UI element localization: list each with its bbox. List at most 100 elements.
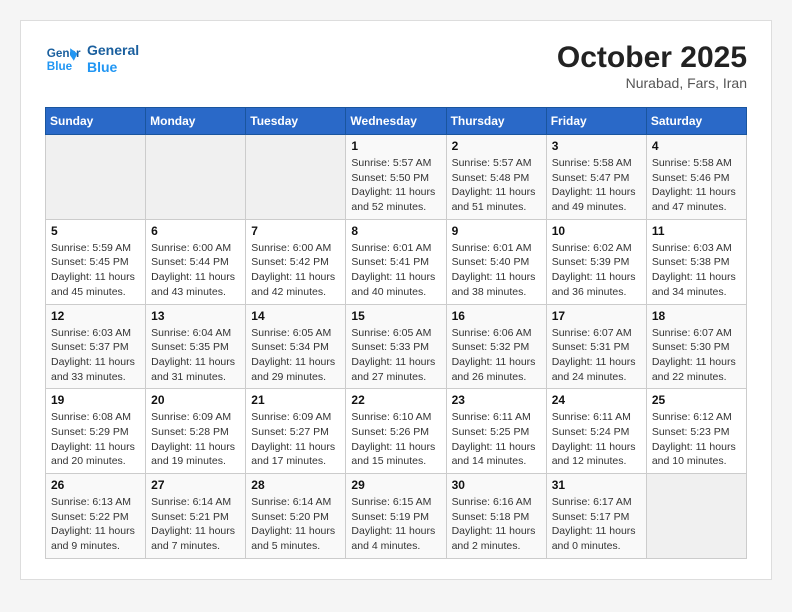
table-row: 9 Sunrise: 6:01 AM Sunset: 5:40 PM Daylig… <box>446 219 546 304</box>
location-subtitle: Nurabad, Fars, Iran <box>557 75 747 91</box>
table-row: 28 Sunrise: 6:14 AM Sunset: 5:20 PM Dayli… <box>246 474 346 559</box>
logo-general: General <box>87 42 139 59</box>
day-number: 26 <box>51 478 140 492</box>
table-row: 12 Sunrise: 6:03 AM Sunset: 5:37 PM Dayli… <box>46 304 146 389</box>
day-info: Sunrise: 5:57 AM Sunset: 5:50 PM Dayligh… <box>351 156 440 215</box>
day-number: 4 <box>652 139 741 153</box>
table-row: 21Sunrise: 6:09 AM Sunset: 5:27 PM Dayli… <box>246 389 346 474</box>
logo-icon: General Blue <box>45 41 81 77</box>
table-row: 26 Sunrise: 6:13 AM Sunset: 5:22 PM Dayli… <box>46 474 146 559</box>
day-number: 14 <box>251 309 340 323</box>
day-info: Sunrise: 5:58 AM Sunset: 5:46 PM Dayligh… <box>652 156 741 215</box>
day-info: Sunrise: 6:04 AM Sunset: 5:35 PM Dayligh… <box>151 326 240 385</box>
day-number: 20 <box>151 393 240 407</box>
day-info: Sunrise: 6:00 AM Sunset: 5:44 PM Dayligh… <box>151 241 240 300</box>
day-info: Sunrise: 6:08 AM Sunset: 5:29 PM Dayligh… <box>51 410 140 469</box>
day-number: 7 <box>251 224 340 238</box>
header-sunday: Sunday <box>46 108 146 135</box>
table-row: 18Sunrise: 6:07 AM Sunset: 5:30 PM Dayli… <box>646 304 746 389</box>
day-number: 11 <box>652 224 741 238</box>
logo-blue: Blue <box>87 59 139 76</box>
day-info: Sunrise: 6:01 AM Sunset: 5:40 PM Dayligh… <box>452 241 541 300</box>
day-info: Sunrise: 6:01 AM Sunset: 5:41 PM Dayligh… <box>351 241 440 300</box>
day-info: Sunrise: 6:03 AM Sunset: 5:37 PM Dayligh… <box>51 326 140 385</box>
table-row: 4 Sunrise: 5:58 AM Sunset: 5:46 PM Daylig… <box>646 135 746 220</box>
table-row: 6 Sunrise: 6:00 AM Sunset: 5:44 PM Daylig… <box>146 219 246 304</box>
day-info: Sunrise: 6:17 AM Sunset: 5:17 PM Dayligh… <box>552 495 641 554</box>
day-number: 2 <box>452 139 541 153</box>
day-number: 29 <box>351 478 440 492</box>
day-info: Sunrise: 6:05 AM Sunset: 5:33 PM Dayligh… <box>351 326 440 385</box>
header: General Blue General Blue October 2025 N… <box>45 41 747 91</box>
day-info: Sunrise: 6:03 AM Sunset: 5:38 PM Dayligh… <box>652 241 741 300</box>
table-row: 1 Sunrise: 5:57 AM Sunset: 5:50 PM Daylig… <box>346 135 446 220</box>
table-row: 31 Sunrise: 6:17 AM Sunset: 5:17 PM Dayli… <box>546 474 646 559</box>
day-info: Sunrise: 6:05 AM Sunset: 5:34 PM Dayligh… <box>251 326 340 385</box>
table-row: 22 Sunrise: 6:10 AM Sunset: 5:26 PM Dayli… <box>346 389 446 474</box>
table-row: 23Sunrise: 6:11 AM Sunset: 5:25 PM Dayli… <box>446 389 546 474</box>
day-info: Sunrise: 6:13 AM Sunset: 5:22 PM Dayligh… <box>51 495 140 554</box>
header-thursday: Thursday <box>446 108 546 135</box>
table-row: 20 Sunrise: 6:09 AM Sunset: 5:28 PM Dayli… <box>146 389 246 474</box>
day-number: 12 <box>51 309 140 323</box>
day-number: 23 <box>452 393 541 407</box>
table-row: 17Sunrise: 6:07 AM Sunset: 5:31 PM Dayli… <box>546 304 646 389</box>
day-number: 25 <box>652 393 741 407</box>
day-number: 22 <box>351 393 440 407</box>
day-number: 3 <box>552 139 641 153</box>
day-number: 19 <box>51 393 140 407</box>
day-info: Sunrise: 6:14 AM Sunset: 5:20 PM Dayligh… <box>251 495 340 554</box>
calendar-table: Sunday Monday Tuesday Wednesday Thursday… <box>45 107 747 559</box>
table-row: 19 Sunrise: 6:08 AM Sunset: 5:29 PM Dayli… <box>46 389 146 474</box>
calendar-container: General Blue General Blue October 2025 N… <box>20 20 772 580</box>
table-row: 30Sunrise: 6:16 AM Sunset: 5:18 PM Dayli… <box>446 474 546 559</box>
header-monday: Monday <box>146 108 246 135</box>
day-info: Sunrise: 5:57 AM Sunset: 5:48 PM Dayligh… <box>452 156 541 215</box>
day-info: Sunrise: 6:02 AM Sunset: 5:39 PM Dayligh… <box>552 241 641 300</box>
table-row: 10Sunrise: 6:02 AM Sunset: 5:39 PM Dayli… <box>546 219 646 304</box>
day-number: 27 <box>151 478 240 492</box>
svg-text:Blue: Blue <box>47 60 73 73</box>
logo: General Blue General Blue <box>45 41 139 77</box>
day-number: 28 <box>251 478 340 492</box>
day-number: 1 <box>351 139 440 153</box>
calendar-week-1: 1 Sunrise: 5:57 AM Sunset: 5:50 PM Daylig… <box>46 135 747 220</box>
day-info: Sunrise: 6:11 AM Sunset: 5:24 PM Dayligh… <box>552 410 641 469</box>
day-info: Sunrise: 6:06 AM Sunset: 5:32 PM Dayligh… <box>452 326 541 385</box>
table-row: 27 Sunrise: 6:14 AM Sunset: 5:21 PM Dayli… <box>146 474 246 559</box>
day-number: 5 <box>51 224 140 238</box>
table-row: 24Sunrise: 6:11 AM Sunset: 5:24 PM Dayli… <box>546 389 646 474</box>
table-row: 15Sunrise: 6:05 AM Sunset: 5:33 PM Dayli… <box>346 304 446 389</box>
header-wednesday: Wednesday <box>346 108 446 135</box>
day-number: 31 <box>552 478 641 492</box>
day-info: Sunrise: 6:14 AM Sunset: 5:21 PM Dayligh… <box>151 495 240 554</box>
day-info: Sunrise: 6:16 AM Sunset: 5:18 PM Dayligh… <box>452 495 541 554</box>
table-row: 8 Sunrise: 6:01 AM Sunset: 5:41 PM Daylig… <box>346 219 446 304</box>
day-info: Sunrise: 6:09 AM Sunset: 5:28 PM Dayligh… <box>151 410 240 469</box>
day-info: Sunrise: 6:10 AM Sunset: 5:26 PM Dayligh… <box>351 410 440 469</box>
table-row <box>646 474 746 559</box>
header-saturday: Saturday <box>646 108 746 135</box>
day-number: 9 <box>452 224 541 238</box>
table-row <box>246 135 346 220</box>
table-row: 14 Sunrise: 6:05 AM Sunset: 5:34 PM Dayli… <box>246 304 346 389</box>
day-info: Sunrise: 5:59 AM Sunset: 5:45 PM Dayligh… <box>51 241 140 300</box>
table-row <box>146 135 246 220</box>
day-number: 16 <box>452 309 541 323</box>
day-number: 6 <box>151 224 240 238</box>
header-friday: Friday <box>546 108 646 135</box>
day-info: Sunrise: 6:07 AM Sunset: 5:30 PM Dayligh… <box>652 326 741 385</box>
table-row: 7 Sunrise: 6:00 AM Sunset: 5:42 PM Daylig… <box>246 219 346 304</box>
day-info: Sunrise: 6:15 AM Sunset: 5:19 PM Dayligh… <box>351 495 440 554</box>
day-number: 13 <box>151 309 240 323</box>
table-row: 2 Sunrise: 5:57 AM Sunset: 5:48 PM Daylig… <box>446 135 546 220</box>
day-info: Sunrise: 6:00 AM Sunset: 5:42 PM Dayligh… <box>251 241 340 300</box>
day-info: Sunrise: 6:09 AM Sunset: 5:27 PM Dayligh… <box>251 410 340 469</box>
calendar-week-2: 5 Sunrise: 5:59 AM Sunset: 5:45 PM Daylig… <box>46 219 747 304</box>
day-number: 8 <box>351 224 440 238</box>
table-row: 5 Sunrise: 5:59 AM Sunset: 5:45 PM Daylig… <box>46 219 146 304</box>
table-row: 13 Sunrise: 6:04 AM Sunset: 5:35 PM Dayli… <box>146 304 246 389</box>
table-row: 11 Sunrise: 6:03 AM Sunset: 5:38 PM Dayli… <box>646 219 746 304</box>
title-area: October 2025 Nurabad, Fars, Iran <box>557 41 747 91</box>
day-info: Sunrise: 5:58 AM Sunset: 5:47 PM Dayligh… <box>552 156 641 215</box>
